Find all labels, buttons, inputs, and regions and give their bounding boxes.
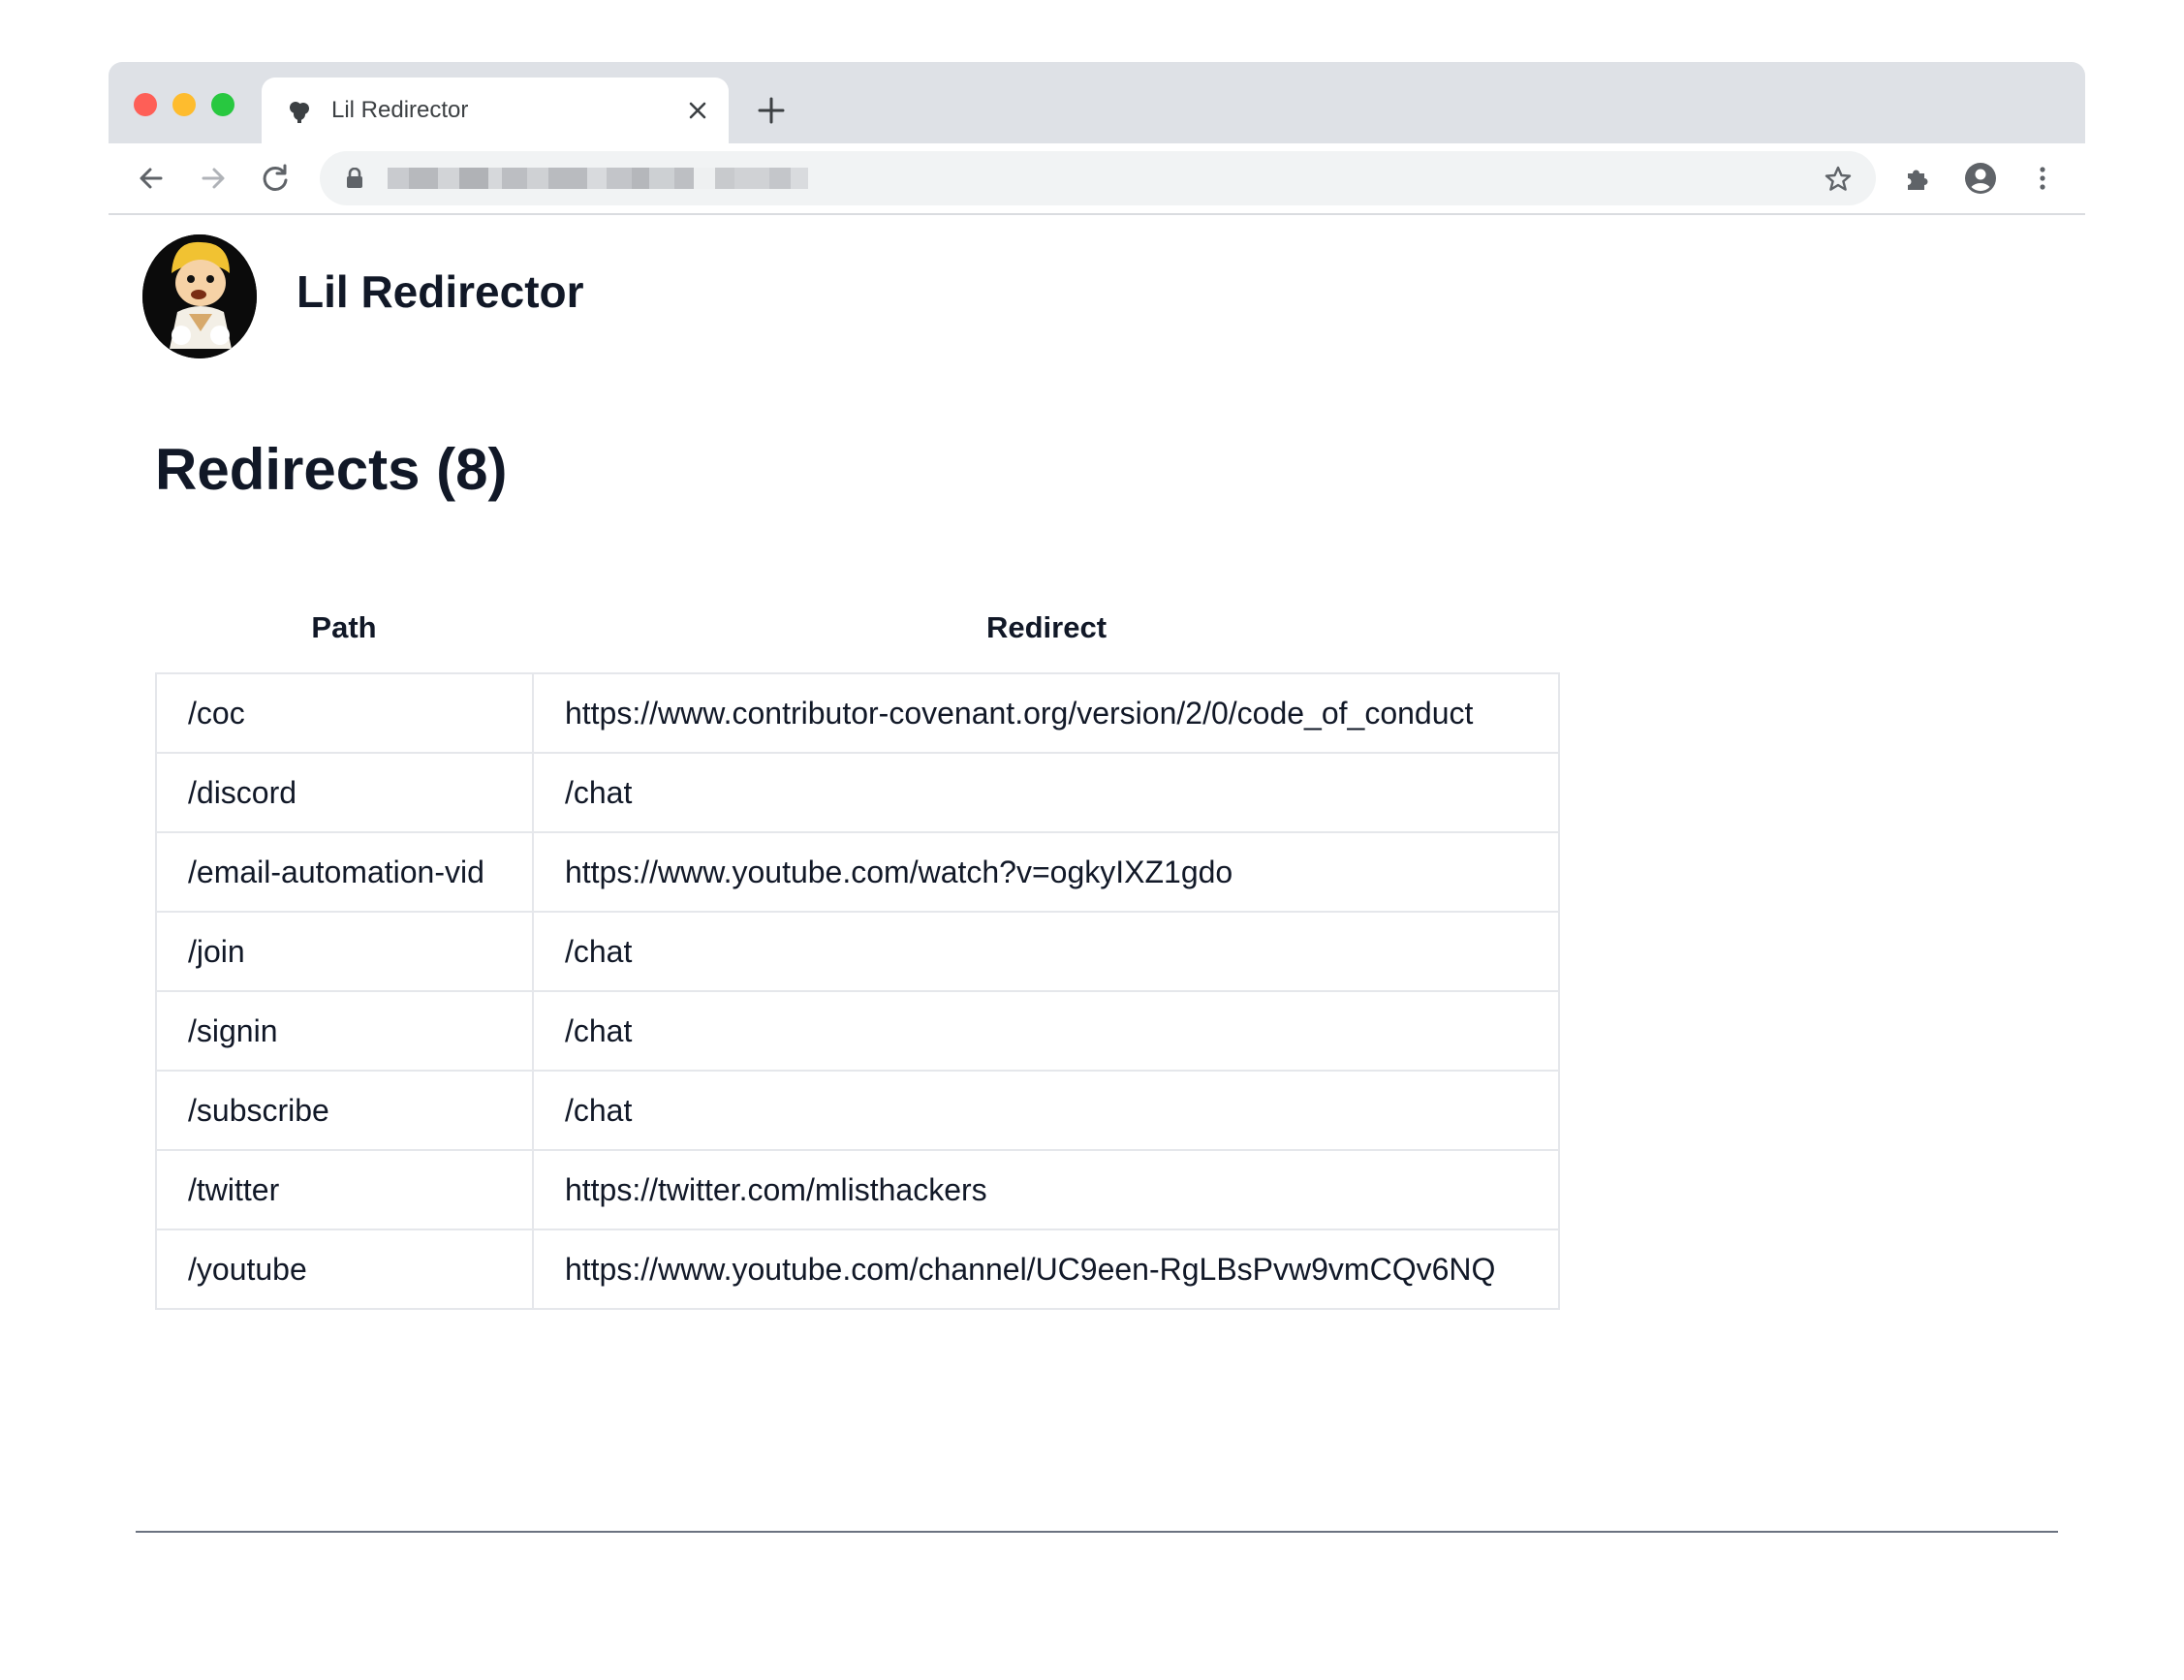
browser-window: Lil Redirector Lil Redirector Redirects … <box>109 62 2085 1533</box>
reload-icon[interactable] <box>258 161 293 196</box>
path-cell: /youtube <box>157 1230 534 1308</box>
table-row: /youtube https://www.youtube.com/channel… <box>157 1229 1558 1308</box>
brand-title: Lil Redirector <box>296 266 584 317</box>
lock-icon <box>347 168 362 188</box>
table-header: Path Redirect <box>155 583 1560 672</box>
address-bar[interactable] <box>320 151 1876 205</box>
path-cell: /discord <box>157 754 534 831</box>
window-zoom-button[interactable] <box>211 93 234 116</box>
path-cell: /subscribe <box>157 1072 534 1149</box>
tab-strip: Lil Redirector <box>109 62 2085 143</box>
puzzle-tree-icon <box>290 102 309 123</box>
path-cell: /signin <box>157 992 534 1070</box>
column-header-path: Path <box>311 610 377 644</box>
table-row: /email-automation-vid https://www.youtub… <box>157 831 1558 911</box>
table-row: /join /chat <box>157 911 1558 990</box>
redirects-table: Path Redirect /coc https://www.contribut… <box>155 583 1560 1310</box>
redirect-cell: /chat <box>564 775 633 810</box>
path-cell: /email-automation-vid <box>157 833 534 911</box>
redirect-cell: /chat <box>564 1093 633 1128</box>
redirect-cell: /chat <box>564 1013 633 1048</box>
plus-icon[interactable] <box>756 95 787 126</box>
redirect-cell: /chat <box>564 934 633 969</box>
close-icon[interactable] <box>686 99 709 122</box>
puzzle-icon[interactable] <box>1901 161 1936 196</box>
browser-toolbar <box>109 143 2085 215</box>
table-row: /twitter https://twitter.com/mlisthacker… <box>157 1149 1558 1229</box>
page-title: Redirects (8) <box>155 437 508 502</box>
page-content: Lil Redirector Redirects (8) Path Redire… <box>109 215 2085 1533</box>
cartoon-mascot-icon <box>142 234 257 358</box>
table-body: /coc https://www.contributor-covenant.or… <box>155 672 1560 1310</box>
arrow-right-icon[interactable] <box>196 161 231 196</box>
table-row: /discord /chat <box>157 752 1558 831</box>
table-row: /subscribe /chat <box>157 1070 1558 1149</box>
redirect-cell: https://www.youtube.com/watch?v=ogkyIXZ1… <box>564 855 1233 889</box>
path-cell: /twitter <box>157 1151 534 1229</box>
window-close-button[interactable] <box>134 93 157 116</box>
column-header-redirect: Redirect <box>985 610 1108 644</box>
table-row: /coc https://www.contributor-covenant.or… <box>157 674 1558 752</box>
path-cell: /coc <box>157 674 534 752</box>
account-icon[interactable] <box>1963 161 1998 196</box>
tab-title: Lil Redirector <box>331 97 469 123</box>
logo-avatar <box>142 234 257 358</box>
star-icon[interactable] <box>1824 165 1853 194</box>
redirect-cell: https://www.youtube.com/channel/UC9een-R… <box>564 1252 1496 1287</box>
arrow-left-icon[interactable] <box>134 161 169 196</box>
window-minimize-button[interactable] <box>172 93 196 116</box>
redirect-cell: https://www.contributor-covenant.org/ver… <box>564 696 1474 731</box>
redirect-cell: https://twitter.com/mlisthackers <box>564 1172 987 1207</box>
kebab-menu-icon[interactable] <box>2025 161 2060 196</box>
bottom-divider <box>136 1531 2058 1533</box>
url-text-redacted <box>388 168 808 189</box>
table-row: /signin /chat <box>157 990 1558 1070</box>
path-cell: /join <box>157 913 534 990</box>
tab-lil-redirector[interactable]: Lil Redirector <box>262 78 729 143</box>
